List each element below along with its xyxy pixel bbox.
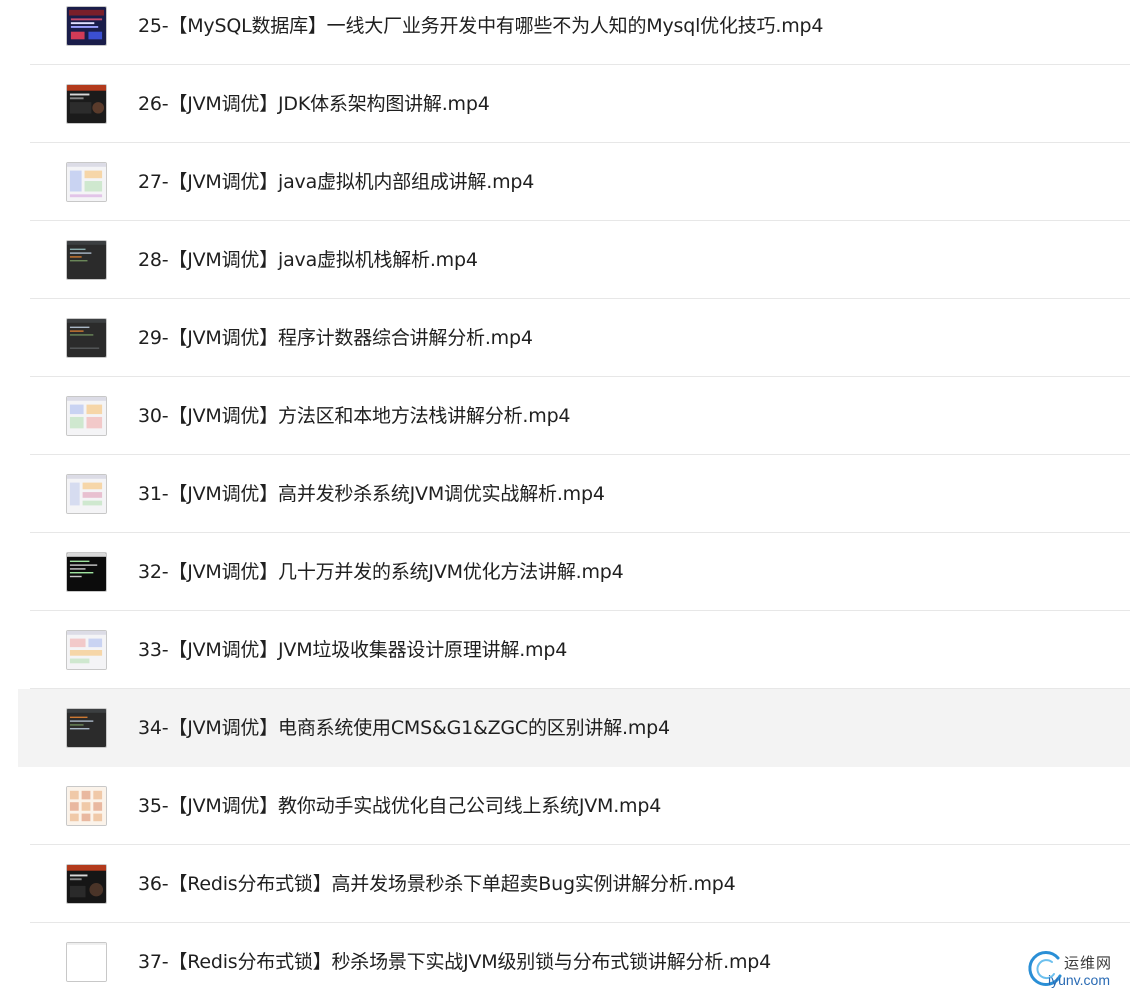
video-thumbnail xyxy=(66,318,107,358)
file-list: 25-【MySQL数据库】一线大厂业务开发中有哪些不为人知的Mysql优化技巧.… xyxy=(0,0,1130,996)
file-name: 35-【JVM调优】教你动手实战优化自己公司线上系统JVM.mp4 xyxy=(138,795,662,817)
file-name: 36-【Redis分布式锁】高并发场景秒杀下单超卖Bug实例讲解分析.mp4 xyxy=(138,873,736,895)
file-name: 27-【JVM调优】java虚拟机内部组成讲解.mp4 xyxy=(138,171,535,193)
video-thumbnail xyxy=(66,396,107,436)
file-name: 33-【JVM调优】JVM垃圾收集器设计原理讲解.mp4 xyxy=(138,639,568,661)
file-row[interactable]: 29-【JVM调优】程序计数器综合讲解分析.mp4 xyxy=(18,299,1130,377)
video-thumbnail xyxy=(66,708,107,748)
file-name: 34-【JVM调优】电商系统使用CMS&G1&ZGC的区别讲解.mp4 xyxy=(138,717,670,739)
video-thumbnail xyxy=(66,474,107,514)
file-name: 32-【JVM调优】几十万并发的系统JVM优化方法讲解.mp4 xyxy=(138,561,624,583)
file-row[interactable]: 25-【MySQL数据库】一线大厂业务开发中有哪些不为人知的Mysql优化技巧.… xyxy=(18,0,1130,65)
file-row[interactable]: 31-【JVM调优】高并发秒杀系统JVM调优实战解析.mp4 xyxy=(18,455,1130,533)
file-name: 25-【MySQL数据库】一线大厂业务开发中有哪些不为人知的Mysql优化技巧.… xyxy=(138,15,824,37)
file-row[interactable]: 33-【JVM调优】JVM垃圾收集器设计原理讲解.mp4 xyxy=(18,611,1130,689)
file-row[interactable]: 28-【JVM调优】java虚拟机栈解析.mp4 xyxy=(18,221,1130,299)
video-thumbnail xyxy=(66,84,107,124)
file-row[interactable]: 35-【JVM调优】教你动手实战优化自己公司线上系统JVM.mp4 xyxy=(18,767,1130,845)
video-thumbnail xyxy=(66,240,107,280)
video-thumbnail xyxy=(66,162,107,202)
file-row[interactable]: 36-【Redis分布式锁】高并发场景秒杀下单超卖Bug实例讲解分析.mp4 xyxy=(18,845,1130,923)
file-row[interactable]: 32-【JVM调优】几十万并发的系统JVM优化方法讲解.mp4 xyxy=(18,533,1130,611)
file-row[interactable]: 27-【JVM调优】java虚拟机内部组成讲解.mp4 xyxy=(18,143,1130,221)
file-name: 26-【JVM调优】JDK体系架构图讲解.mp4 xyxy=(138,93,490,115)
file-name: 30-【JVM调优】方法区和本地方法栈讲解分析.mp4 xyxy=(138,405,571,427)
video-thumbnail xyxy=(66,630,107,670)
file-name: 29-【JVM调优】程序计数器综合讲解分析.mp4 xyxy=(138,327,533,349)
file-name: 31-【JVM调优】高并发秒杀系统JVM调优实战解析.mp4 xyxy=(138,483,605,505)
file-row[interactable]: 30-【JVM调优】方法区和本地方法栈讲解分析.mp4 xyxy=(18,377,1130,455)
video-thumbnail xyxy=(66,6,107,46)
video-thumbnail xyxy=(66,864,107,904)
site-watermark: 运维网 iyunv.com xyxy=(1024,946,1128,992)
watermark-cn-text: 运维网 xyxy=(1064,954,1113,972)
file-name: 37-【Redis分布式锁】秒杀场景下实战JVM级别锁与分布式锁讲解分析.mp4 xyxy=(138,951,772,973)
watermark-en-text: iyunv.com xyxy=(1048,972,1110,988)
video-thumbnail xyxy=(66,552,107,592)
file-row[interactable]: 26-【JVM调优】JDK体系架构图讲解.mp4 xyxy=(18,65,1130,143)
video-thumbnail xyxy=(66,786,107,826)
file-row[interactable]: 37-【Redis分布式锁】秒杀场景下实战JVM级别锁与分布式锁讲解分析.mp4 xyxy=(18,923,1130,1001)
file-name: 28-【JVM调优】java虚拟机栈解析.mp4 xyxy=(138,249,478,271)
video-thumbnail xyxy=(66,942,107,982)
file-row-hovered[interactable]: 34-【JVM调优】电商系统使用CMS&G1&ZGC的区别讲解.mp4 xyxy=(18,689,1130,767)
